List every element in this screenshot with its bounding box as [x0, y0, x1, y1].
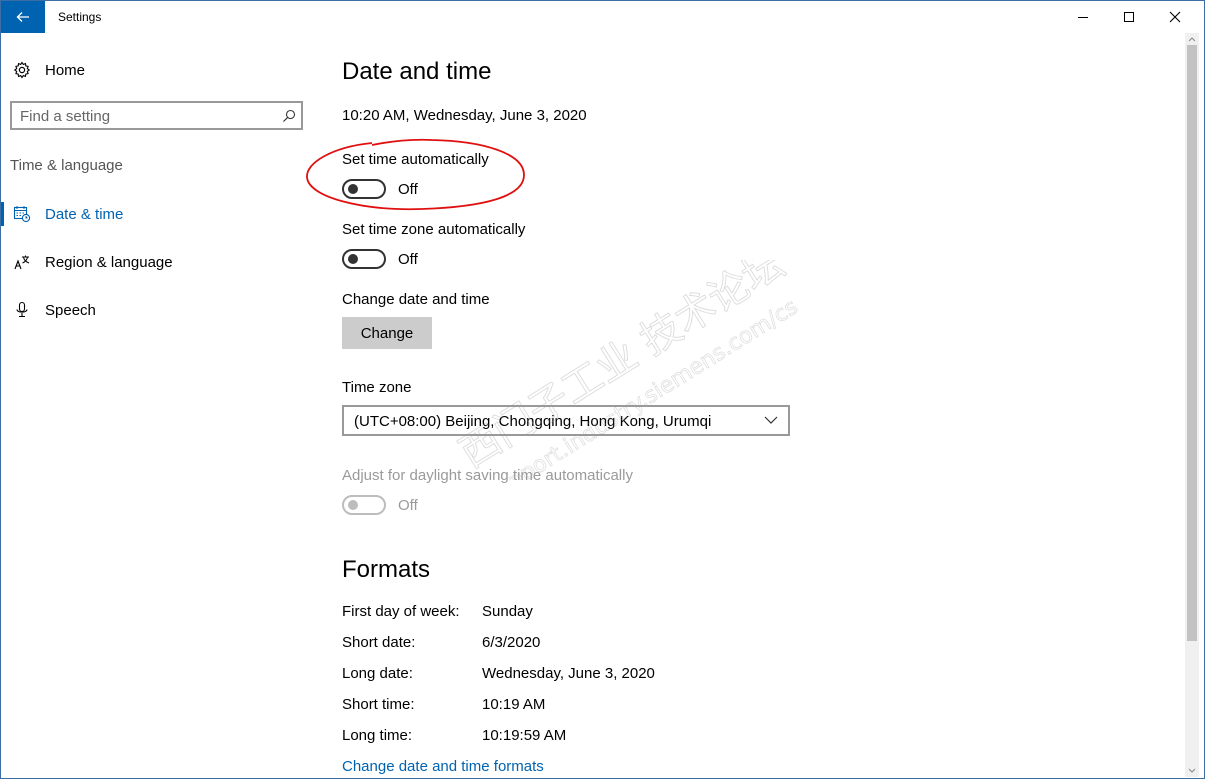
- sidebar-item-speech[interactable]: Speech: [0, 290, 320, 330]
- chevron-up-icon: [1188, 37, 1196, 42]
- calendar-clock-icon: [13, 205, 31, 223]
- maximize-icon: [1124, 11, 1134, 22]
- daylight-state: Off: [398, 497, 418, 514]
- change-button[interactable]: Change: [342, 317, 432, 349]
- daylight-toggle: [342, 495, 386, 515]
- format-label: Long time:: [342, 727, 413, 744]
- watermark-text-url: support.industry.siemens.com/cs: [482, 295, 802, 480]
- format-label: Short time:: [342, 696, 415, 713]
- chevron-down-icon: [1188, 768, 1196, 773]
- home-label: Home: [45, 61, 86, 79]
- set-timezone-auto-state: Off: [398, 251, 418, 268]
- format-value: 6/3/2020: [482, 634, 541, 651]
- scroll-up-button[interactable]: [1185, 33, 1199, 45]
- sidebar-item-label: Speech: [45, 301, 96, 319]
- toggle-knob: [348, 184, 358, 194]
- sidebar-item-label: Date & time: [45, 205, 124, 223]
- formats-title: Formats: [342, 556, 431, 583]
- language-icon: [13, 253, 31, 271]
- minimize-button[interactable]: [1060, 0, 1106, 33]
- minimize-icon: [1078, 16, 1088, 18]
- time-zone-value: (UTC+08:00) Beijing, Chongqing, Hong Kon…: [354, 413, 712, 430]
- sidebar-section-label: Time & language: [10, 157, 123, 174]
- format-label: First day of week:: [342, 603, 460, 620]
- watermark-text-cn: 西门子工业 技术论坛: [452, 260, 792, 477]
- toggle-knob: [348, 500, 358, 510]
- format-value: 10:19:59 AM: [482, 727, 567, 744]
- scroll-thumb[interactable]: [1187, 45, 1197, 641]
- sidebar-item-date-time[interactable]: Date & time: [0, 194, 320, 234]
- search-input[interactable]: [20, 107, 275, 125]
- set-timezone-auto-label: Set time zone automatically: [342, 221, 526, 238]
- sidebar-item-region-language[interactable]: Region & language: [0, 242, 320, 282]
- format-label: Short date:: [342, 634, 416, 651]
- format-value: 10:19 AM: [482, 696, 546, 713]
- title-bar: Settings: [0, 0, 1205, 33]
- format-label: Long date:: [342, 665, 413, 682]
- close-icon: [1169, 11, 1181, 22]
- set-time-auto-label: Set time automatically: [342, 151, 489, 168]
- maximize-button[interactable]: [1106, 0, 1152, 33]
- current-datetime: 10:20 AM, Wednesday, June 3, 2020: [342, 107, 587, 124]
- set-time-auto-toggle[interactable]: [342, 179, 386, 199]
- toggle-knob: [348, 254, 358, 264]
- chevron-down-icon: [764, 416, 778, 424]
- format-value: Sunday: [482, 603, 533, 620]
- set-time-auto-state: Off: [398, 181, 418, 198]
- scrollbar[interactable]: [1185, 33, 1199, 777]
- close-button[interactable]: [1152, 0, 1198, 33]
- change-date-time-label: Change date and time: [342, 291, 490, 308]
- back-button[interactable]: [0, 0, 45, 33]
- page-title: Date and time: [342, 58, 492, 85]
- search-box[interactable]: [10, 101, 303, 130]
- window-title: Settings: [58, 10, 102, 24]
- home-nav-item[interactable]: Home: [0, 50, 320, 90]
- microphone-icon: [13, 301, 31, 319]
- change-formats-link[interactable]: Change date and time formats: [342, 758, 544, 775]
- format-value: Wednesday, June 3, 2020: [482, 665, 655, 682]
- back-arrow-icon: [16, 11, 29, 22]
- set-timezone-auto-toggle[interactable]: [342, 249, 386, 269]
- sidebar-item-label: Region & language: [45, 253, 173, 271]
- daylight-label: Adjust for daylight saving time automati…: [342, 467, 633, 484]
- time-zone-dropdown[interactable]: (UTC+08:00) Beijing, Chongqing, Hong Kon…: [342, 405, 790, 436]
- scroll-down-button[interactable]: [1185, 765, 1199, 777]
- red-annotation-circle: [306, 138, 525, 211]
- time-zone-label: Time zone: [342, 379, 412, 396]
- search-icon: [283, 109, 296, 122]
- gear-icon: [13, 61, 31, 79]
